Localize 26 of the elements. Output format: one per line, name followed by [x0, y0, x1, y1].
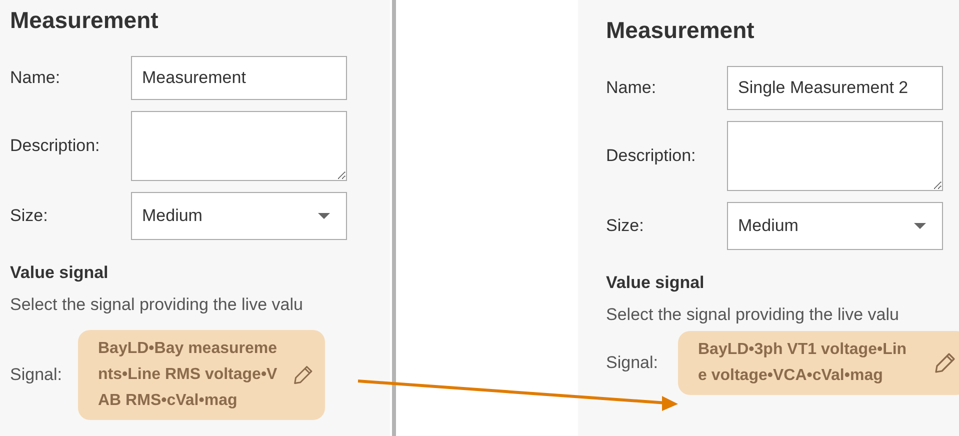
- caret-icon: [914, 223, 926, 229]
- pencil-icon[interactable]: [934, 352, 956, 374]
- field-label: Name:: [606, 78, 658, 98]
- section-title: Value signal: [10, 263, 110, 283]
- name-field[interactable]: Single Measurement 2: [727, 66, 943, 110]
- size-dropdown[interactable]: Medium: [727, 202, 943, 250]
- description-field[interactable]: [727, 121, 943, 191]
- section-description: Select the signal providing the live valu: [606, 305, 900, 325]
- pencil-icon[interactable]: [292, 364, 313, 386]
- field-label: Size:: [606, 216, 645, 236]
- signal-label: Signal:: [10, 365, 63, 385]
- signal-label: Signal:: [606, 353, 659, 373]
- section-title: Value signal: [606, 273, 706, 293]
- name-field[interactable]: Measurement: [131, 56, 347, 100]
- section-description: Select the signal providing the live valu: [10, 295, 304, 315]
- panel-title: Measurement: [606, 17, 756, 44]
- size-dropdown[interactable]: Medium: [131, 192, 347, 240]
- caret-icon: [318, 213, 330, 219]
- field-label: Description:: [10, 136, 101, 156]
- panel-title: Measurement: [10, 7, 160, 34]
- description-field[interactable]: [131, 111, 347, 181]
- field-label: Name:: [10, 68, 62, 88]
- field-label: Size:: [10, 206, 49, 226]
- signal-chip[interactable]: BayLD•Bay measurements•Line RMS voltage•VAB RMS•cVal•mag: [78, 330, 325, 420]
- signal-chip[interactable]: BayLD•3ph VT1 voltage•Line voltage•VCA•cVal•mag: [678, 331, 959, 395]
- field-label: Description:: [606, 146, 697, 166]
